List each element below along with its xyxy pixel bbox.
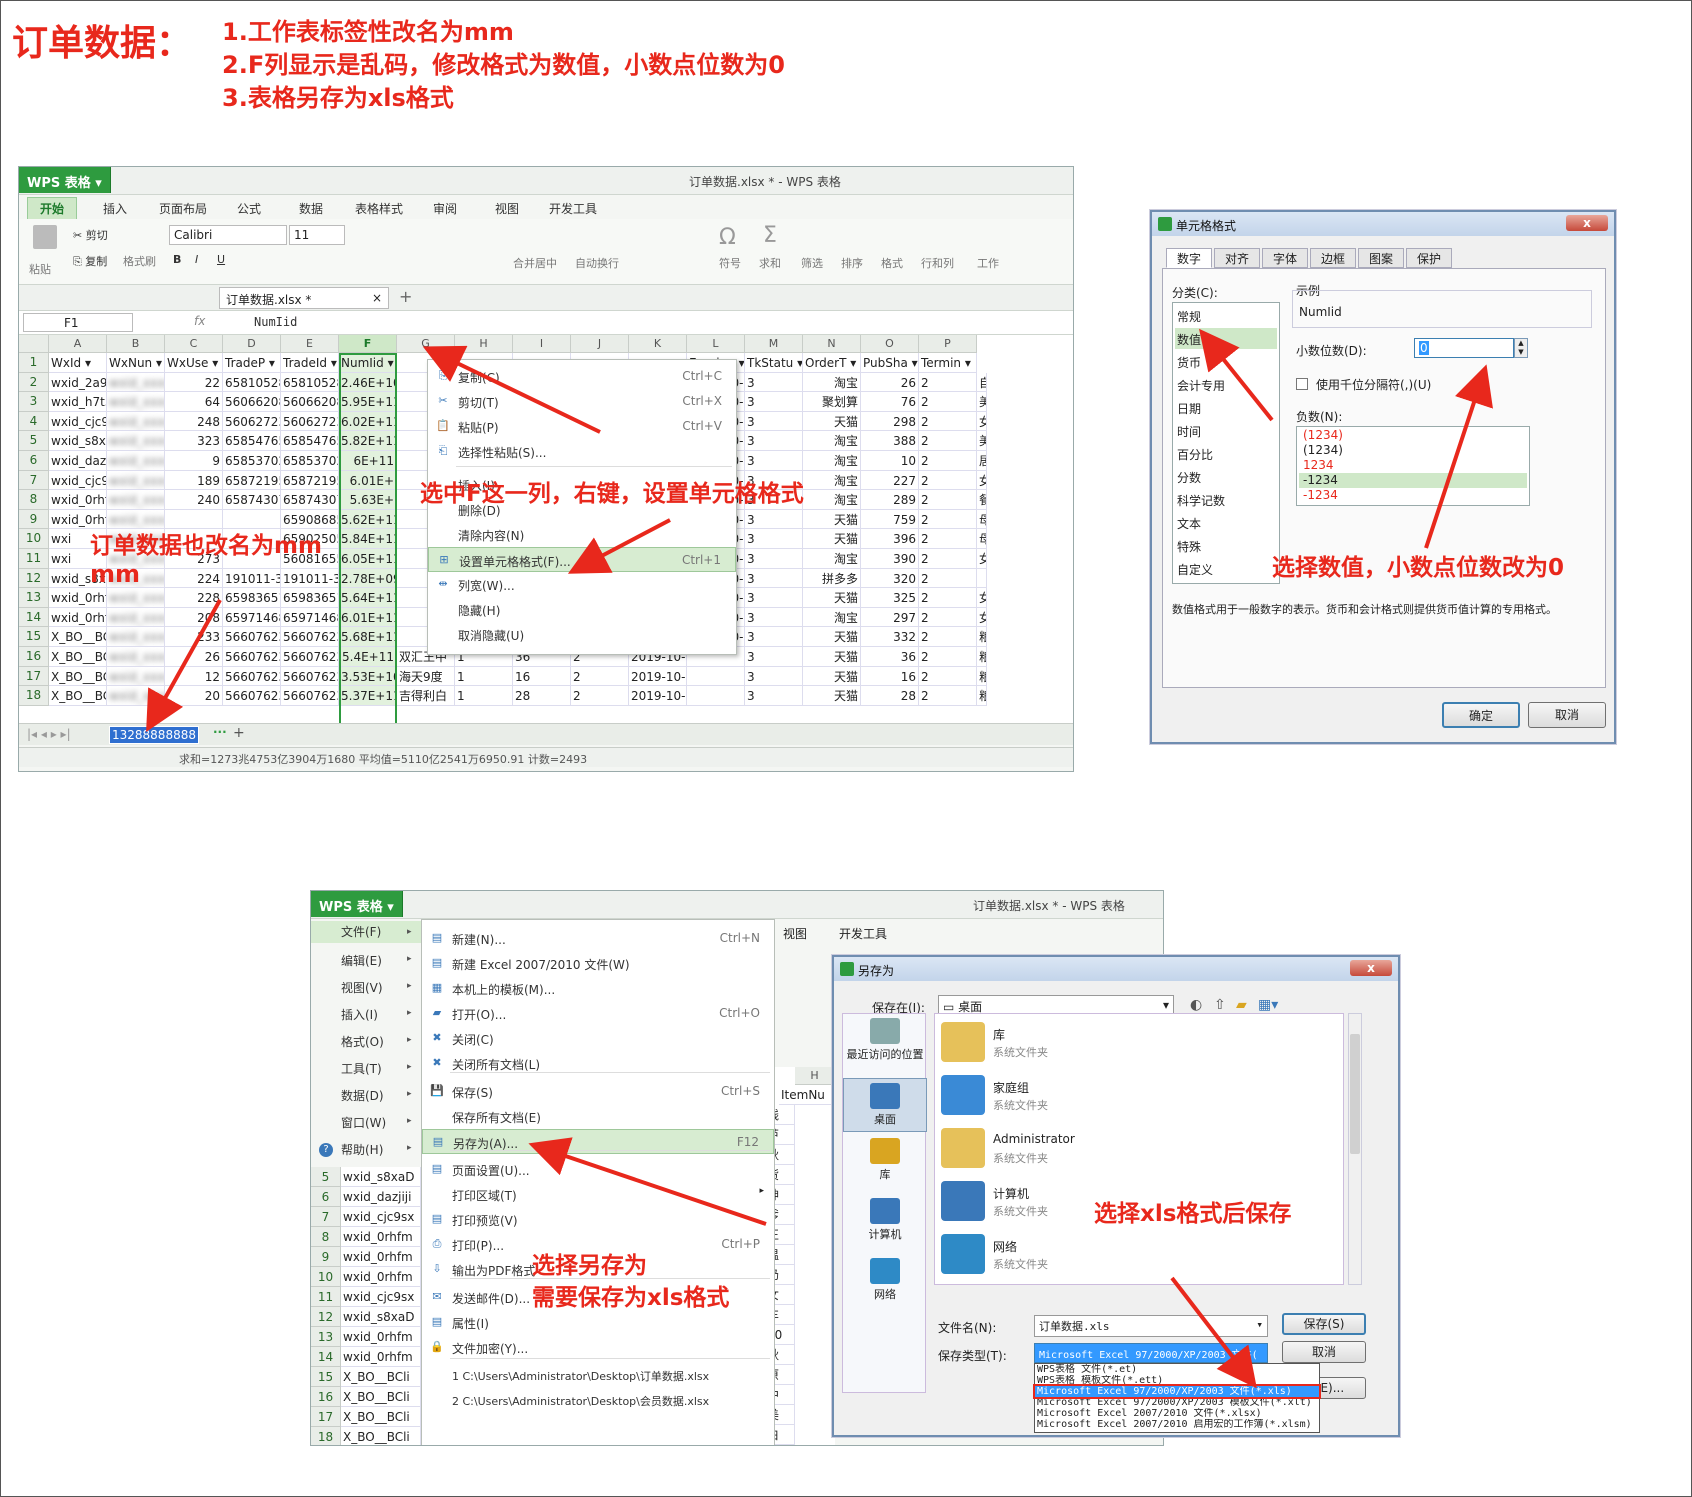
annotation-choose-xls: 选择xls格式后保存	[1094, 1201, 1292, 1227]
arrow-to-format-cells	[567, 518, 671, 574]
arrow-to-sheet-tab	[146, 599, 222, 732]
annotation-rename-sheet-text: 订单数据也改名为mm	[90, 533, 322, 559]
annotation-choose-number: 选择数值，小数点位数改为0	[1272, 555, 1565, 581]
arrow-to-save-as	[528, 1137, 767, 1226]
annotation-select-column: 选中F这一列，右键，设置单元格格式	[420, 481, 804, 507]
annotation-rename-sheet-name: mm	[90, 560, 141, 588]
arrow-to-decimals	[1424, 364, 1493, 549]
arrow-to-xls-type	[1170, 1276, 1257, 1389]
annotation-arrows	[146, 328, 1493, 1389]
annotation-rename-sheet: 订单数据也改名为mm mm	[90, 526, 322, 588]
annotation-need-xls: 需要保存为xls格式	[532, 1285, 730, 1311]
annotation-choose-save-as: 选择另存为	[532, 1253, 647, 1279]
arrow-to-number-category	[1199, 328, 1274, 422]
arrow-to-column-f	[422, 345, 601, 434]
